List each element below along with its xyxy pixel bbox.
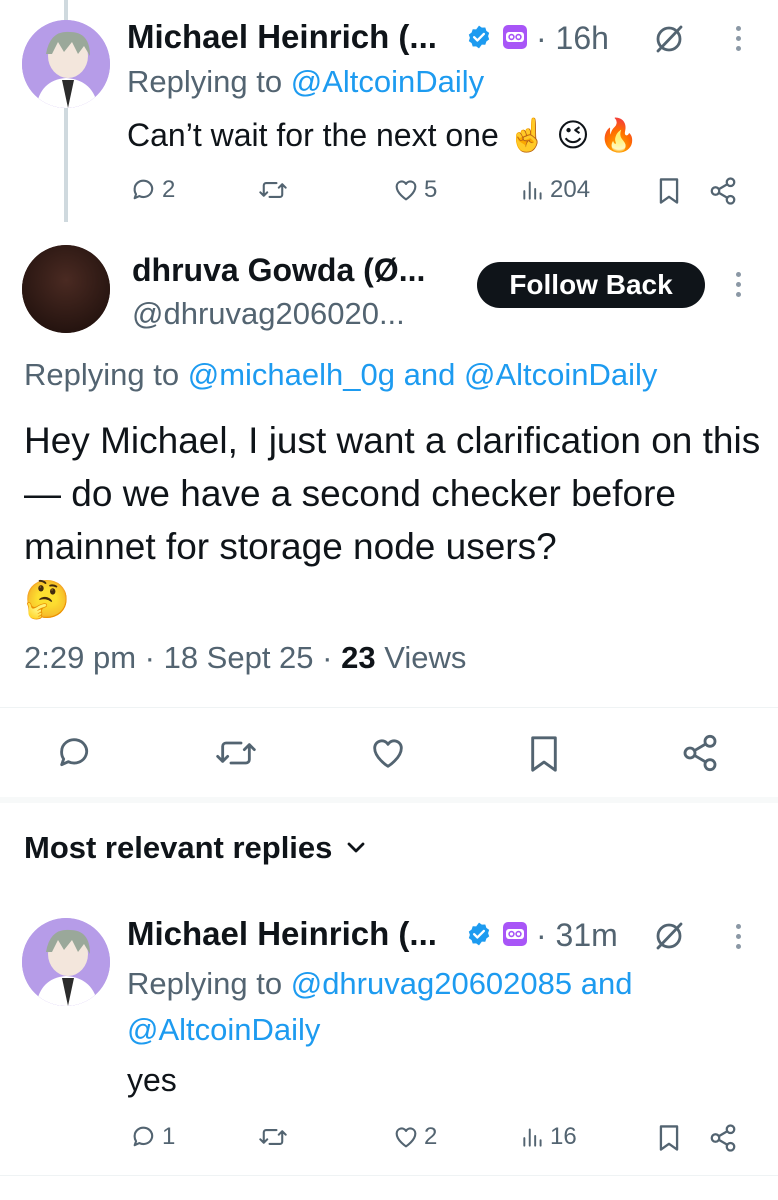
post-time-value: 31m	[555, 917, 618, 953]
avatar-illustration	[22, 20, 110, 108]
reply-text: yes	[127, 1062, 177, 1098]
like-button[interactable]: 2	[392, 1123, 437, 1151]
divider	[0, 1175, 778, 1176]
chevron-down-icon	[348, 842, 365, 853]
share-icon[interactable]	[708, 176, 738, 206]
mention-link[interactable]: @michaelh_0g	[188, 357, 395, 392]
avatar[interactable]	[22, 245, 110, 333]
reply-icon	[133, 179, 154, 200]
like-icon	[395, 1127, 417, 1148]
share-icon[interactable]	[680, 733, 720, 773]
post-time-value: 16h	[555, 20, 609, 56]
view-count: 16	[550, 1123, 577, 1150]
retweet-icon	[259, 182, 287, 198]
tweet-emoji: 🤔	[24, 579, 71, 620]
like-icon[interactable]	[368, 733, 408, 773]
like-count: 5	[424, 176, 438, 203]
avatar[interactable]	[22, 20, 110, 108]
reply-emojis: ☝️ 😉 🔥	[507, 117, 639, 153]
reply-count: 1	[162, 1123, 176, 1150]
tweet-time[interactable]: 2:29 pm	[24, 640, 136, 675]
grok-icon[interactable]	[652, 919, 686, 953]
view-count: 204	[550, 176, 591, 203]
views-icon	[523, 1128, 542, 1147]
author-name[interactable]: Michael Heinrich (...	[127, 18, 437, 56]
retweet-button[interactable]	[258, 176, 288, 204]
views-button[interactable]: 16	[520, 1123, 577, 1151]
divider	[0, 707, 778, 708]
replying-and: and	[580, 966, 633, 1001]
section-separator	[0, 797, 778, 803]
grok-icon[interactable]	[652, 22, 686, 56]
reply-button[interactable]: 1	[130, 1123, 175, 1151]
reply-button[interactable]: 2	[130, 176, 175, 204]
follow-back-button[interactable]: Follow Back	[477, 262, 705, 308]
retweet-icon[interactable]	[214, 733, 258, 773]
author-name[interactable]: Michael Heinrich (...	[127, 915, 437, 953]
replying-prefix: Replying to	[127, 64, 283, 99]
affiliate-badge-icon	[503, 25, 527, 49]
replying-to-line: Replying to @dhruvag20602085 and @Altcoi…	[127, 961, 633, 1053]
tweet-meta: 2:29 pm · 18 Sept 25 · 23 Views	[24, 640, 467, 675]
tweet-date[interactable]: 18 Sept 25	[164, 640, 314, 675]
bookmark-icon[interactable]	[656, 1123, 682, 1153]
replying-to-line: Replying to @AltcoinDaily	[127, 64, 484, 100]
author-handle[interactable]: @dhruvag206020...	[132, 296, 405, 332]
mention-link[interactable]: @AltcoinDaily	[127, 1012, 320, 1047]
reply-text: Can’t wait for the next one ☝️ 😉 🔥	[127, 116, 638, 154]
mention-link[interactable]: @AltcoinDaily	[464, 357, 657, 392]
views-label: Views	[384, 640, 467, 675]
replying-to-line: Replying to @michaelh_0g and @AltcoinDai…	[24, 357, 657, 393]
tweet-text: Hey Michael, I just want a clarification…	[24, 414, 764, 626]
like-icon	[395, 180, 417, 201]
post-time[interactable]: · 16h	[536, 20, 609, 57]
avatar[interactable]	[22, 918, 110, 1006]
mention-link[interactable]: @dhruvag20602085	[291, 966, 572, 1001]
more-icon[interactable]	[734, 272, 742, 297]
replying-and: and	[403, 357, 456, 392]
replies-sort-dropdown[interactable]: Most relevant replies	[24, 830, 366, 866]
retweet-icon	[259, 1129, 287, 1145]
bookmark-icon[interactable]	[526, 733, 562, 775]
affiliate-badge-icon	[503, 922, 527, 946]
more-icon[interactable]	[734, 924, 742, 949]
reply-text-content: Can’t wait for the next one	[127, 117, 499, 153]
like-count: 2	[424, 1123, 438, 1150]
replies-sort-label: Most relevant replies	[24, 830, 333, 865]
retweet-button[interactable]	[258, 1123, 288, 1151]
views-button[interactable]: 204	[520, 176, 590, 204]
views-icon	[523, 181, 542, 200]
bookmark-icon[interactable]	[656, 176, 682, 206]
reply-icon	[133, 1126, 154, 1147]
more-icon[interactable]	[734, 26, 742, 51]
author-name[interactable]: dhruva Gowda (Ø...	[132, 252, 425, 289]
verified-badge-icon	[468, 25, 490, 49]
avatar-illustration	[22, 245, 110, 333]
verified-badge-icon	[468, 922, 490, 946]
share-icon[interactable]	[708, 1123, 738, 1153]
like-button[interactable]: 5	[392, 176, 437, 204]
reply-icon[interactable]	[55, 733, 95, 773]
views-count: 23	[341, 640, 376, 675]
replying-prefix: Replying to	[127, 966, 283, 1001]
replying-prefix: Replying to	[24, 357, 180, 392]
tweet-text-content: Hey Michael, I just want a clarification…	[24, 420, 761, 567]
post-time[interactable]: · 31m	[536, 917, 618, 954]
mention-link[interactable]: @AltcoinDaily	[291, 64, 484, 99]
reply-count: 2	[162, 176, 176, 203]
avatar-illustration	[22, 918, 110, 1006]
